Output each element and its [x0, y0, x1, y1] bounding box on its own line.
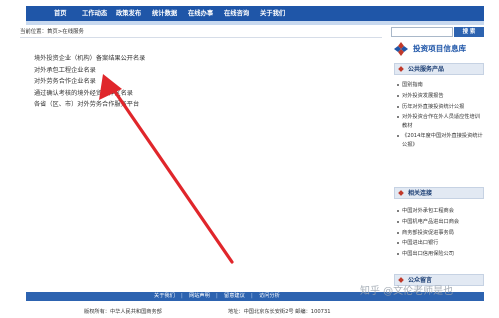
- link-contracting-enterprises[interactable]: 对外承包工程企业名录: [34, 65, 145, 77]
- public-service-item[interactable]: 《2014年度中国对外直接投资统计公报》: [396, 132, 484, 148]
- footer-link-suggestions[interactable]: 留意建议: [224, 292, 245, 301]
- breadcrumb-home[interactable]: 首页: [47, 27, 58, 35]
- nav-item-policy[interactable]: 政策发布: [116, 6, 141, 21]
- related-link-item[interactable]: 中国对外承包工程商会: [396, 207, 484, 215]
- nav-item-about[interactable]: 关于我们: [260, 6, 285, 21]
- top-nav: 首页 工作动态 政策发布 统计数据 在线办事 在线咨询 关于我们: [26, 6, 484, 21]
- public-service-item[interactable]: 对外投资发展报告: [396, 92, 484, 100]
- nav-item-online-consult[interactable]: 在线咨询: [224, 6, 249, 21]
- footer-link-statement[interactable]: 网站声明: [189, 292, 210, 301]
- section-bullet-icon: [398, 190, 404, 196]
- footer-copyright: 版权所有：中华人民共和国商务部: [84, 309, 162, 315]
- related-links-list: 中国对外承包工程商会 中国机电产品进出口商会 商务部投资促进事务局 中国进出口银…: [396, 207, 484, 261]
- footer-address: 地址：中国北京东长安街2号 邮编：100731: [228, 309, 331, 315]
- public-service-header: 公共服务产品: [394, 63, 484, 75]
- nav-item-online-service[interactable]: 在线办事: [188, 6, 213, 21]
- breadcrumb-current: 在线服务: [62, 29, 84, 35]
- logo-text: 投资项目信息库: [413, 44, 467, 53]
- public-service-item[interactable]: 国别指南: [396, 81, 484, 89]
- investment-db-logo[interactable]: 投资项目信息库: [394, 40, 484, 58]
- link-overseas-investment-record[interactable]: 境外投资企业（机构）备案结果公开名录: [34, 53, 145, 65]
- link-trade-cooperation-zones[interactable]: 通过确认考核的境外经贸合作区名录: [34, 88, 145, 100]
- related-links-title: 相关连接: [408, 190, 433, 197]
- search-input[interactable]: [391, 27, 453, 37]
- watermark-text: 知乎 @文伦老师是也: [360, 286, 454, 297]
- section-bullet-icon: [398, 66, 404, 72]
- related-links-header: 相关连接: [394, 187, 484, 199]
- page: 首页 工作动态 政策发布 统计数据 在线办事 在线咨询 关于我们 当前位置：首页…: [20, 0, 490, 318]
- public-service-list: 国别指南 对外投资发展报告 历年对外直接投资统计公报 对外投资合作在外人员适应性…: [396, 81, 484, 151]
- public-service-item[interactable]: 对外投资合作在外人员适应性培训教材: [396, 113, 484, 129]
- logo-mark-icon: [394, 42, 408, 56]
- nav-item-home[interactable]: 首页: [54, 6, 67, 21]
- related-link-item[interactable]: 中国出口信用保险公司: [396, 250, 484, 258]
- related-link-item[interactable]: 中国机电产品进出口商会: [396, 218, 484, 226]
- main-content: 境外投资企业（机构）备案结果公开名录 对外承包工程企业名录 对外劳务合作企业名录…: [20, 37, 382, 285]
- breadcrumb: 当前位置：首页>在线服务: [20, 27, 84, 35]
- nav-item-work-news[interactable]: 工作动态: [82, 6, 107, 21]
- directory-link-list: 境外投资企业（机构）备案结果公开名录 对外承包工程企业名录 对外劳务合作企业名录…: [34, 53, 145, 111]
- breadcrumb-label: 当前位置：: [20, 29, 47, 35]
- link-labor-cooperation-enterprises[interactable]: 对外劳务合作企业名录: [34, 76, 145, 88]
- nav-subbar: [26, 21, 484, 25]
- search-button[interactable]: 搜 索: [454, 27, 484, 37]
- footer-link-about[interactable]: 关于我们: [154, 292, 175, 301]
- footer-link-analytics[interactable]: 访问分析: [259, 292, 280, 301]
- footer-separator: |: [216, 293, 218, 299]
- footer-separator: |: [181, 293, 183, 299]
- related-link-item[interactable]: 中国进出口银行: [396, 239, 484, 247]
- related-link-item[interactable]: 商务部投资促进事务局: [396, 229, 484, 237]
- public-service-item[interactable]: 历年对外直接投资统计公报: [396, 103, 484, 111]
- sidebar: 投资项目信息库 公共服务产品 国别指南 对外投资发展报告 历年对外直接投资统计公…: [394, 40, 484, 286]
- public-service-title: 公共服务产品: [408, 66, 445, 73]
- link-provincial-labor-platforms[interactable]: 各省（区、市）对外劳务合作服务平台: [34, 99, 145, 111]
- footer-separator: |: [251, 293, 253, 299]
- nav-item-statistics[interactable]: 统计数据: [152, 6, 177, 21]
